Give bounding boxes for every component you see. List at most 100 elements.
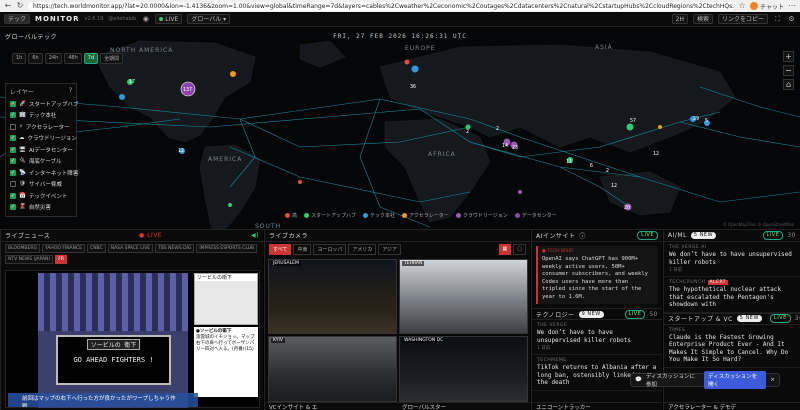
- layer-internet-outages[interactable]: ✓ 📡 インターネット障害: [10, 167, 78, 179]
- checkbox-icon[interactable]: ✓: [10, 135, 16, 142]
- volume-icon[interactable]: ◀): [251, 232, 259, 239]
- list-item[interactable]: TECHCRUNCH ALERT The hypothetical nuclea…: [664, 277, 800, 313]
- checkbox-icon[interactable]: [10, 181, 16, 188]
- time-1h[interactable]: 1h: [12, 53, 27, 64]
- layer-accelerators[interactable]: ⚡ アクセラレーター: [10, 121, 72, 133]
- layer-tech-events[interactable]: ✓ 📅 テックイベント: [10, 190, 72, 202]
- unicorn-tracker-title[interactable]: ユニコーントラッカー: [532, 402, 662, 410]
- handle-link[interactable]: @eliehabib: [108, 16, 136, 22]
- layer-cyber-threats[interactable]: 🛡 サイバー脅威: [10, 179, 72, 191]
- time-24h[interactable]: 24h: [44, 53, 63, 64]
- list-item[interactable]: THE VERGE We don’t have to have unsuperv…: [532, 320, 662, 355]
- panel-title: テクノロジー: [536, 311, 575, 319]
- live-cams-header: ライブカメラ: [265, 230, 530, 242]
- help-icon[interactable]: ?: [69, 87, 72, 96]
- github-icon[interactable]: ◉: [141, 15, 150, 24]
- live-badge: LIVE: [637, 231, 658, 240]
- region-select[interactable]: グローバル ▾: [187, 14, 231, 24]
- checkbox-icon[interactable]: ✓: [10, 169, 16, 176]
- cam-washington-dc[interactable]: WASHINGTON DC: [399, 336, 528, 402]
- list-item[interactable]: TIMES Claude is the Fastest Growing Ente…: [664, 325, 800, 368]
- layer-cloud-regions[interactable]: ✓ ☁ クラウドリージョン: [10, 133, 77, 145]
- video-player[interactable]: ソービルの 衛下 GO AHEAD FIGHTERS ! ソービルの衛下 ●ソー…: [5, 270, 260, 408]
- legend-item: スタートアップハブ: [304, 212, 356, 219]
- variant-tag[interactable]: テック: [4, 14, 31, 24]
- live-indicator: ● LIVE: [139, 232, 163, 239]
- mini-map: ソービルの衛下: [194, 273, 258, 325]
- cam-jerusalem[interactable]: JERUSALEM: [268, 259, 397, 334]
- list-item[interactable]: THE VERGE AI We don’t have to have unsup…: [664, 242, 800, 277]
- legend-swatch: [402, 213, 408, 218]
- checkbox-icon[interactable]: ✓: [10, 192, 16, 199]
- channel-chip[interactable]: NASA SPACE LIVE: [107, 244, 154, 253]
- menu-icon[interactable]: ⋯: [788, 2, 796, 10]
- live-label: LIVE: [165, 16, 179, 23]
- channel-chip[interactable]: CNBC: [87, 244, 106, 253]
- layer-icon: 📅: [19, 192, 26, 199]
- global-startup-panel-title[interactable]: グローバルスター: [398, 403, 446, 410]
- legend-swatch: [285, 213, 290, 218]
- settings-icon[interactable]: ⚙: [787, 15, 796, 24]
- time-7d[interactable]: 7d: [83, 53, 99, 64]
- legend-label: 高: [292, 213, 298, 219]
- checkbox-icon[interactable]: [10, 123, 16, 130]
- layer-startup-hubs[interactable]: ✓ 🚀 スタートアップハブ: [10, 98, 78, 110]
- checkbox-icon[interactable]: ✓: [10, 100, 16, 107]
- single-view-icon[interactable]: ▢: [513, 244, 526, 255]
- panel-title: AIインサイト: [536, 233, 576, 240]
- open-discussion-button[interactable]: ディスカッションを開く: [704, 371, 767, 389]
- time-48h[interactable]: 48h: [64, 53, 82, 64]
- profile-button[interactable]: チャット: [750, 2, 784, 11]
- checkbox-icon[interactable]: ✓: [10, 146, 16, 153]
- checkbox-icon[interactable]: ✓: [10, 204, 16, 211]
- layer-undersea-cables[interactable]: ✓ 🔌 海底ケーブル: [10, 156, 72, 168]
- vc-panel-title[interactable]: VCインサイト & エ: [265, 403, 398, 410]
- home-icon[interactable]: ⌂: [783, 79, 794, 90]
- close-icon[interactable]: ×: [770, 377, 775, 383]
- channel-chip[interactable]: TBS NEWS DIG: [155, 244, 195, 253]
- world-map[interactable]: 17 137 12 36 2 2 14 23 57 12 29 5 11 6 1…: [0, 27, 800, 230]
- time-all[interactable]: 全期間: [100, 53, 124, 64]
- tab-all[interactable]: すべて: [269, 244, 292, 255]
- channel-chip[interactable]: FR: [55, 255, 67, 264]
- channel-chip[interactable]: YAHOO FINANCE: [41, 244, 86, 253]
- news-source: TIMES: [669, 327, 686, 333]
- time-6h[interactable]: 6h: [28, 53, 43, 64]
- live-news-header: ライブニュース ● LIVE ◀): [1, 230, 263, 242]
- layer-label: インターネット障害: [28, 170, 79, 177]
- back-icon[interactable]: ←: [4, 2, 12, 10]
- cam-kyiv[interactable]: KYIV: [268, 336, 397, 402]
- tab-europe[interactable]: ヨーロッパ: [313, 244, 347, 255]
- channel-chip[interactable]: IMPRESS ESPORTS CLUB: [196, 244, 257, 253]
- news-time: 1 日前: [669, 268, 683, 273]
- checkbox-icon[interactable]: ✓: [10, 158, 16, 165]
- zoom-in-icon[interactable]: +: [783, 51, 794, 62]
- news-title: The hypothetical nuclear attack that esc…: [669, 286, 781, 308]
- reload-icon[interactable]: ↻: [16, 2, 24, 10]
- cluster-count: 2: [606, 168, 609, 174]
- channel-chip[interactable]: BLOOMBERG: [5, 244, 40, 253]
- news-title: Claude is the Fastest Growing Enterprise…: [669, 333, 789, 364]
- grid-view-icon[interactable]: ▦: [498, 244, 512, 255]
- cluster-count: 12: [178, 148, 184, 154]
- tab-asia[interactable]: アジア: [378, 244, 402, 255]
- checkbox-icon[interactable]: ✓: [10, 112, 16, 119]
- cam-tehran[interactable]: TEHRAN: [399, 259, 528, 334]
- star-icon[interactable]: ☆: [738, 2, 746, 10]
- copy-link-button[interactable]: リンクをコピー: [717, 14, 768, 24]
- channel-chip[interactable]: NTV NEWS (JAPAN): [5, 255, 54, 264]
- zoom-out-icon[interactable]: −: [783, 65, 794, 76]
- info-icon[interactable]: ⓘ: [579, 231, 586, 240]
- live-news-panel: ライブニュース ● LIVE ◀) BLOOMBERG YAHOO FINANC…: [0, 230, 263, 410]
- map-datetime: FRI, 27 FEB 2026 16:26:31 UTC: [333, 33, 467, 40]
- tab-america[interactable]: アメリカ: [348, 244, 377, 255]
- fullscreen-icon[interactable]: ⛶: [773, 15, 782, 24]
- panel-title: ライブカメラ: [269, 233, 309, 240]
- layer-natural-disasters[interactable]: ✓ 🌋 自然災害: [10, 202, 72, 214]
- search-button[interactable]: 検索: [692, 14, 713, 24]
- address-bar[interactable]: https://tech.worldmonitor.app/?lat=20.00…: [28, 1, 735, 11]
- layer-ai-datacenters[interactable]: ✓ 🖥 AIデータセンター: [10, 144, 73, 156]
- tab-middle-east[interactable]: 中東: [293, 244, 312, 255]
- layer-tech-hq[interactable]: ✓ 🏢 テック本社: [10, 110, 72, 122]
- accelerator-panel-title[interactable]: アクセラレーター & デモデ: [664, 402, 800, 410]
